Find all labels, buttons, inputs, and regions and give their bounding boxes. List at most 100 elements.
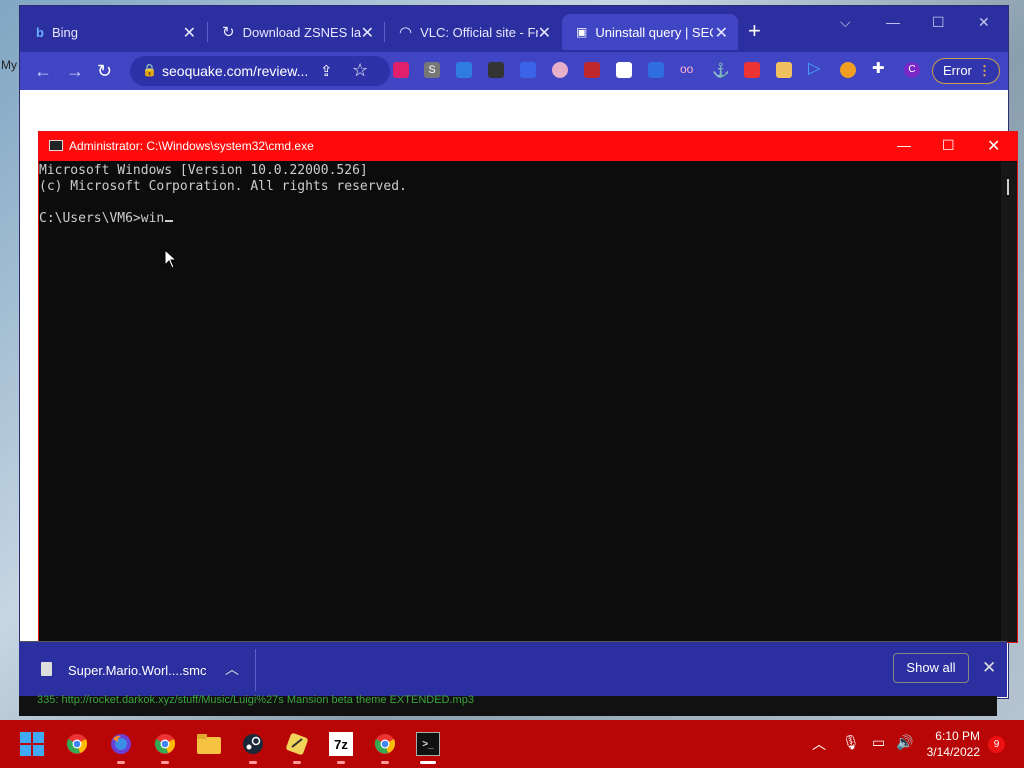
chevron-up-icon[interactable]: ︿ <box>812 734 826 754</box>
tab-title: Uninstall query | SEOq <box>595 24 713 40</box>
browser-toolbar: ← → ↻ 🔒 seoquake.com/review... ⇪ ☆ S oo … <box>20 52 1008 90</box>
chevron-up-icon[interactable]: ︿ <box>225 659 239 679</box>
app-icon[interactable] <box>285 732 309 756</box>
running-indicator <box>161 761 169 764</box>
close-icon[interactable]: ✕ <box>538 23 551 43</box>
file-explorer-icon[interactable] <box>197 732 221 756</box>
chrome-icon[interactable] <box>65 732 89 756</box>
extension-icon[interactable] <box>776 62 792 78</box>
active-indicator <box>420 761 436 764</box>
star-icon[interactable]: ☆ <box>352 60 368 81</box>
running-indicator <box>381 761 389 764</box>
extension-icon[interactable] <box>488 62 504 78</box>
chevron-down-icon[interactable]: ⌵ <box>840 14 851 31</box>
windows-start-icon[interactable] <box>20 732 44 756</box>
tab-title: Download ZSNES late <box>242 24 361 40</box>
url-text[interactable]: seoquake.com/review... <box>162 63 308 79</box>
close-window-icon[interactable]: ✕ <box>978 14 990 31</box>
extension-icon[interactable] <box>584 62 600 78</box>
download-item[interactable]: Super.Mario.Worl....smc <box>68 663 206 678</box>
extension-icon[interactable] <box>616 62 632 78</box>
firefox-icon[interactable] <box>109 732 133 756</box>
extension-icon[interactable] <box>840 62 856 78</box>
cmd-window[interactable]: Administrator: C:\Windows\system32\cmd.e… <box>38 131 1018 643</box>
minimize-icon[interactable]: — <box>897 137 911 153</box>
play-icon[interactable]: ▷ <box>808 61 824 78</box>
close-icon[interactable]: ✕ <box>982 658 996 678</box>
background-log-text: 335: http://rocket.darkok.xyz/stuff/Musi… <box>37 694 474 706</box>
clock-date[interactable]: 3/14/2022 <box>914 745 980 759</box>
tab-title: Bing <box>51 24 78 40</box>
reload-icon[interactable]: ↻ <box>97 61 112 82</box>
share-icon[interactable]: ⇪ <box>320 62 333 80</box>
maximize-icon[interactable]: ☐ <box>932 14 945 31</box>
download-shelf: Super.Mario.Worl....smc ︿ Show all ✕ <box>19 641 1007 697</box>
error-label: Error <box>943 63 972 78</box>
console-line: Microsoft Windows [Version 10.0.22000.52… <box>39 163 368 178</box>
tab-strip: b Bing ✕ ↻ Download ZSNES late ✕ ◠ VLC: … <box>20 6 1008 52</box>
extension-icon[interactable] <box>744 62 760 78</box>
clock-time[interactable]: 6:10 PM <box>926 729 980 743</box>
extension-s-icon[interactable]: S <box>424 62 440 78</box>
running-indicator <box>337 761 345 764</box>
network-icon[interactable]: ▭ <box>872 734 885 751</box>
volume-icon[interactable]: 🔊 <box>896 734 913 751</box>
new-tab-button[interactable]: + <box>748 18 761 44</box>
minimize-icon[interactable]: — <box>886 14 900 30</box>
close-icon[interactable]: ✕ <box>183 23 196 43</box>
show-all-button[interactable]: Show all <box>893 653 969 683</box>
console-prompt: C:\Users\VM6>win <box>39 211 165 226</box>
extension-icon[interactable] <box>393 62 409 78</box>
background-window: 335: http://rocket.darkok.xyz/stuff/Musi… <box>19 694 997 716</box>
puzzle-icon[interactable] <box>648 62 664 78</box>
tool-icon[interactable]: ⚓ <box>712 62 729 78</box>
tab-vlc[interactable]: ◠ VLC: Official site - Fre ✕ <box>385 14 561 50</box>
maximize-icon[interactable]: ☐ <box>942 137 955 154</box>
tab-bing[interactable]: b Bing ✕ <box>22 14 206 50</box>
puzzle-icon[interactable]: ✚ <box>872 61 888 78</box>
steam-icon[interactable] <box>241 732 265 756</box>
close-icon[interactable]: ✕ <box>361 23 374 43</box>
notification-badge[interactable]: 9 <box>988 736 1005 753</box>
puzzle-icon[interactable] <box>456 62 472 78</box>
terminal-icon[interactable]: >_ <box>416 732 440 756</box>
7zip-icon[interactable]: 7z <box>329 732 353 756</box>
running-indicator <box>249 761 257 764</box>
extension-icon[interactable] <box>552 62 568 78</box>
back-icon[interactable]: ← <box>34 61 52 82</box>
chrome-icon[interactable] <box>373 732 397 756</box>
close-icon[interactable]: ✕ <box>987 136 1000 156</box>
close-icon[interactable]: ✕ <box>715 23 728 43</box>
scrollbar-thumb[interactable] <box>1007 179 1009 195</box>
error-button[interactable]: Error ⋮ <box>932 58 1000 84</box>
tab-title: VLC: Official site - Fre <box>420 24 539 40</box>
taskbar: 7z >_ ︿ 🎙 ▭ 🔊 6:10 PM 3/14/2022 9 <box>0 720 1024 768</box>
loading-icon: ◠ <box>399 24 413 41</box>
forward-icon[interactable]: → <box>66 61 84 82</box>
address-bar[interactable]: 🔒 seoquake.com/review... <box>130 56 390 86</box>
mouse-pointer-icon <box>164 248 178 274</box>
chrome-icon[interactable] <box>153 732 177 756</box>
link-icon[interactable]: oo <box>680 62 696 78</box>
grid-icon[interactable] <box>520 62 536 78</box>
tab-zsnes[interactable]: ↻ Download ZSNES late ✕ <box>208 14 384 50</box>
running-indicator <box>293 761 301 764</box>
lock-icon[interactable]: 🔒 <box>142 63 157 77</box>
console-prompt-line[interactable]: C:\Users\VM6>win <box>39 211 407 227</box>
tab-seoquake[interactable]: ▣ Uninstall query | SEOq ✕ <box>562 14 738 50</box>
bing-icon: b <box>36 24 44 40</box>
divider <box>255 649 256 691</box>
profile-icon[interactable]: C <box>904 62 920 78</box>
console-line: (c) Microsoft Corporation. All rights re… <box>39 179 407 194</box>
scrollbar[interactable] <box>1001 162 1017 642</box>
cmd-titlebar[interactable]: Administrator: C:\Windows\system32\cmd.e… <box>39 132 1017 161</box>
console-output[interactable]: Microsoft Windows [Version 10.0.22000.52… <box>39 163 407 227</box>
file-icon <box>41 662 52 676</box>
loading-icon: ↻ <box>222 24 235 41</box>
cmd-app-icon <box>49 140 63 151</box>
menu-icon[interactable]: ⋮ <box>978 59 991 83</box>
desktop-icon-label[interactable]: My <box>1 58 17 72</box>
text-cursor <box>165 220 174 222</box>
microphone-icon[interactable]: 🎙 <box>842 734 860 751</box>
